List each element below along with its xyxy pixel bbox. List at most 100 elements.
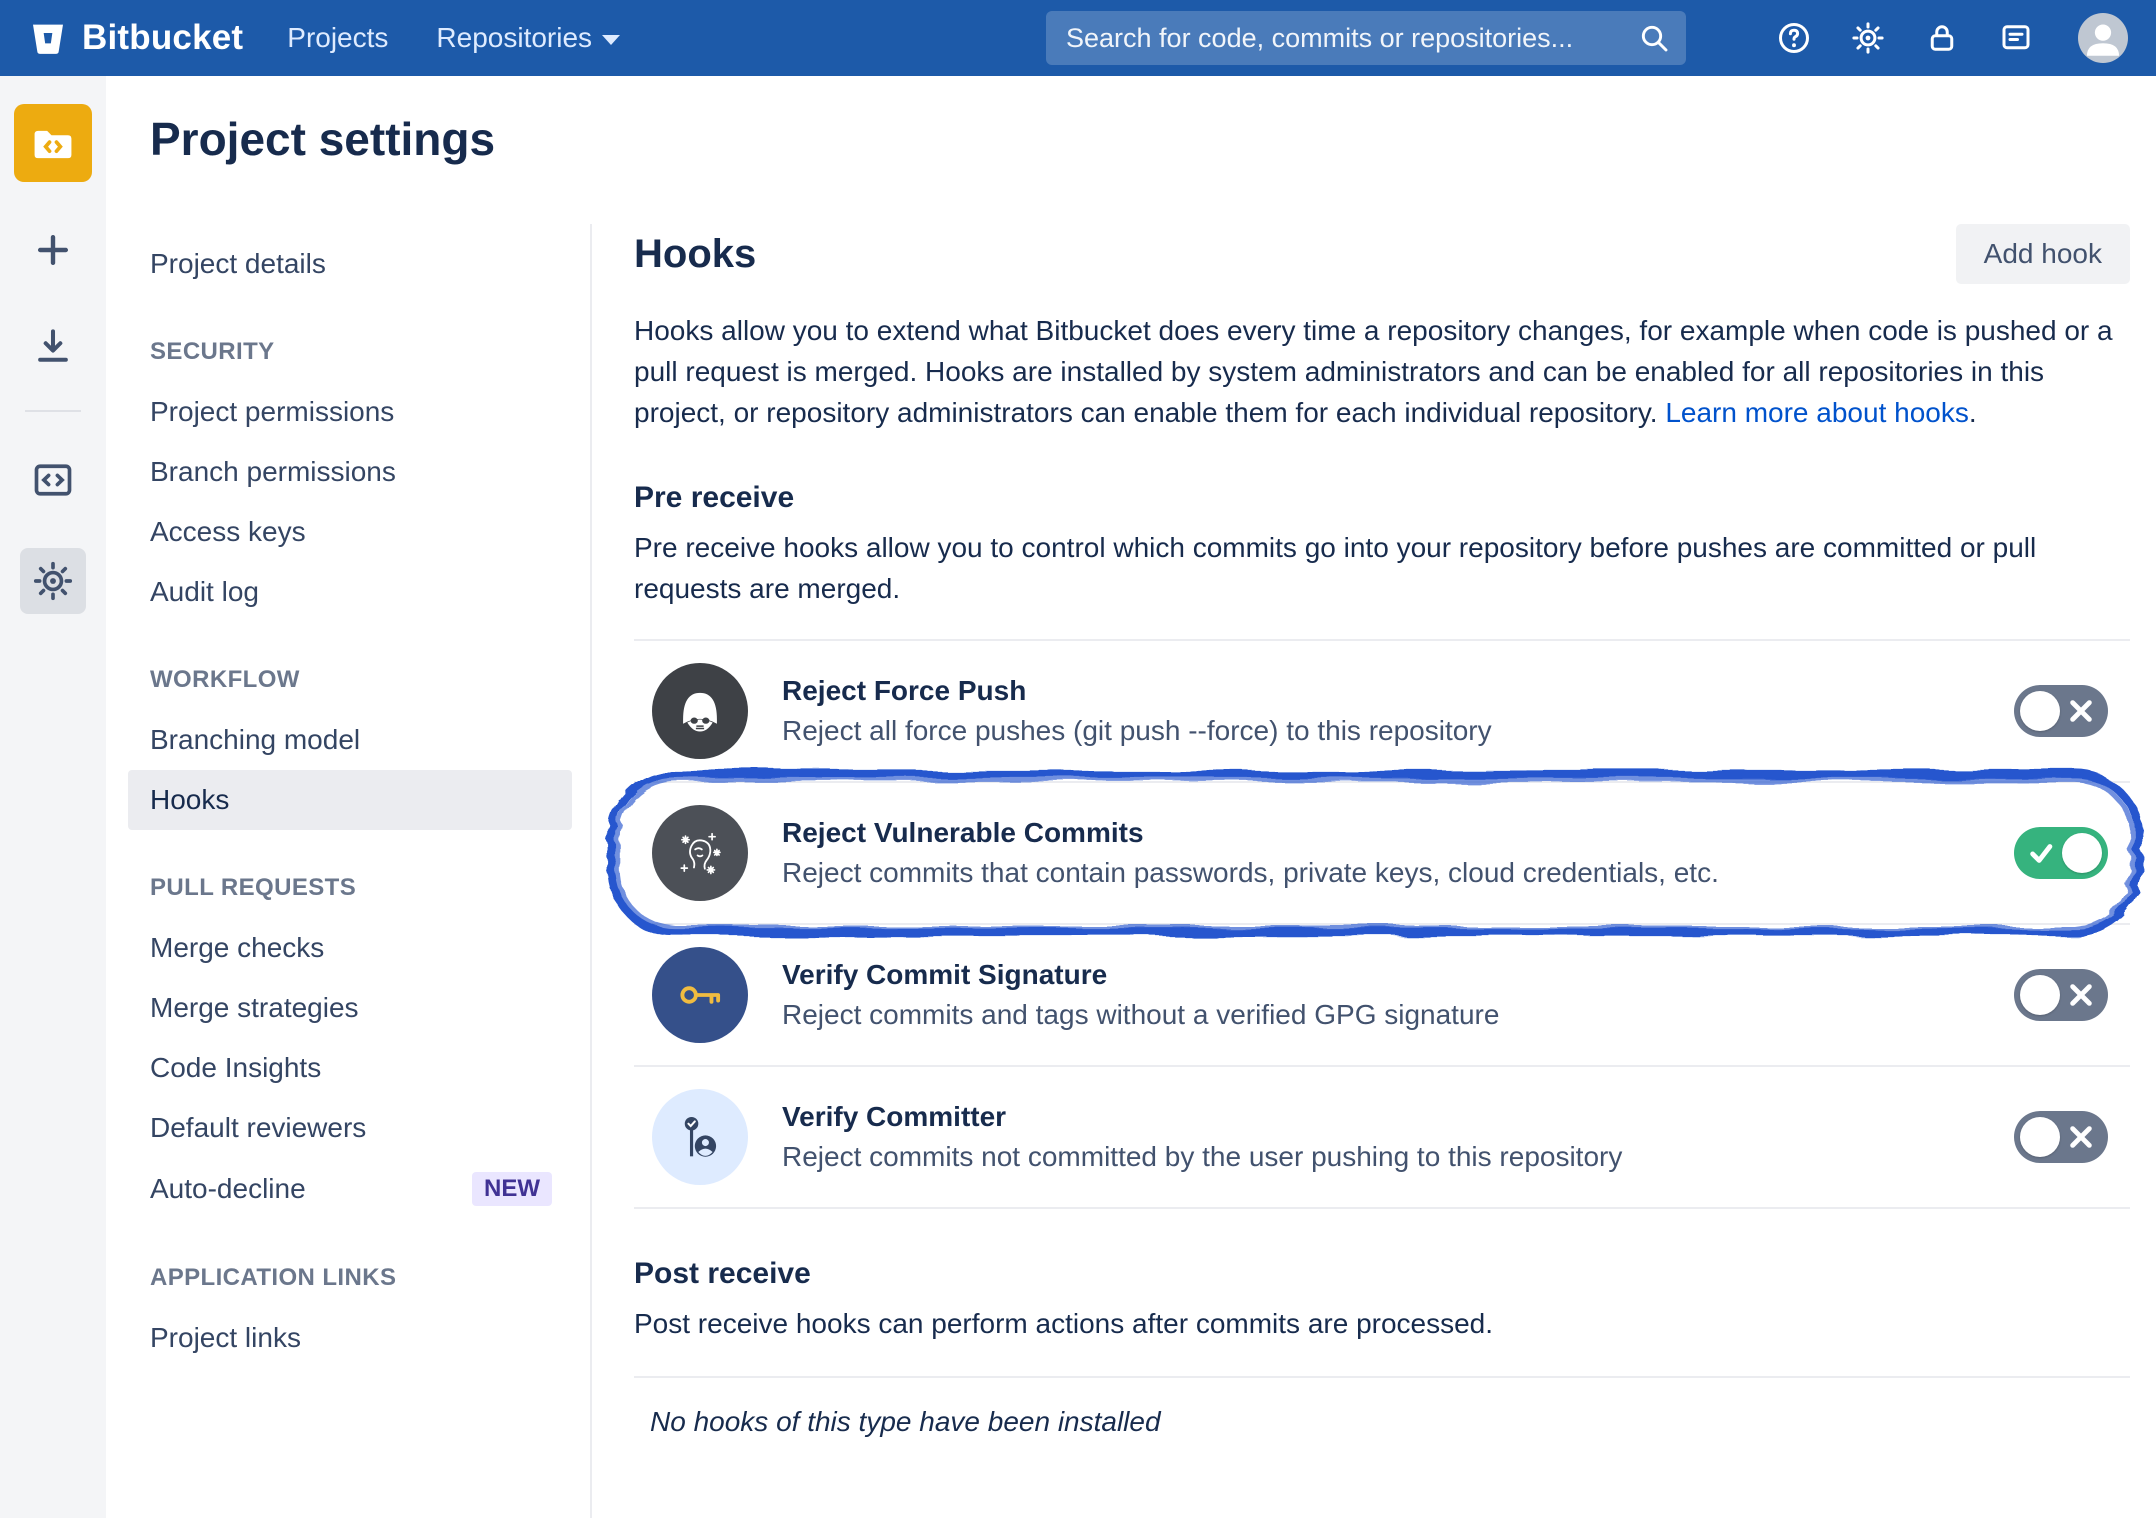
hook-name: Verify Committer	[782, 1101, 1980, 1133]
sidebar-item-project-permissions[interactable]: Project permissions	[128, 382, 572, 442]
settings-gear-icon	[31, 559, 75, 603]
post-receive-divider	[634, 1376, 2130, 1378]
nav-heading-security: SECURITY	[150, 338, 572, 366]
hook-toggle-reject-force-push[interactable]	[2014, 685, 2108, 737]
key-icon	[652, 947, 748, 1043]
hook-row-verify-committer: Verify Committer Reject commits not comm…	[634, 1067, 2130, 1209]
main-content: Project settings Project details SECURIT…	[106, 76, 2156, 1518]
toggle-x-icon	[2068, 1124, 2094, 1150]
hooks-intro-suffix: .	[1969, 397, 1977, 428]
hooks-panel: Hooks Add hook Hooks allow you to extend…	[592, 224, 2156, 1518]
sidebar-item-branching-model[interactable]: Branching model	[128, 710, 572, 770]
post-receive-empty-message: No hooks of this type have been installe…	[650, 1406, 2130, 1438]
top-navbar: Bitbucket Projects Repositories	[0, 0, 2156, 76]
search-icon[interactable]	[1638, 22, 1670, 54]
hook-description: Reject commits not committed by the user…	[782, 1141, 1980, 1173]
nav-heading-pull-requests: PULL REQUESTS	[150, 874, 572, 902]
gear-icon[interactable]	[1850, 20, 1886, 56]
hooks-header: Hooks Add hook	[634, 224, 2130, 284]
sidebar-item-merge-checks[interactable]: Merge checks	[128, 918, 572, 978]
hook-row-reject-vulnerable-commits: Reject Vulnerable Commits Reject commits…	[634, 783, 2130, 925]
hook-name: Verify Commit Signature	[782, 959, 1980, 991]
feedback-icon[interactable]	[1998, 20, 2034, 56]
hook-text: Verify Committer Reject commits not comm…	[782, 1101, 1980, 1173]
nav-repositories-label: Repositories	[436, 22, 592, 54]
toggle-knob	[2020, 1117, 2060, 1157]
sidebar-item-access-keys[interactable]: Access keys	[128, 502, 572, 562]
hook-name: Reject Force Push	[782, 675, 1980, 707]
app-shell: Project settings Project details SECURIT…	[0, 76, 2156, 1518]
hook-row-reject-force-push: Reject Force Push Reject all force pushe…	[634, 641, 2130, 783]
hook-description: Reject commits that contain passwords, p…	[782, 857, 1980, 889]
help-icon[interactable]	[1776, 20, 1812, 56]
page-title: Project settings	[150, 112, 2156, 166]
auto-decline-label: Auto-decline	[150, 1173, 306, 1205]
hooks-intro: Hooks allow you to extend what Bitbucket…	[634, 310, 2130, 433]
user-avatar[interactable]	[2078, 13, 2128, 63]
sidebar-item-auto-decline[interactable]: Auto-decline NEW	[128, 1158, 572, 1220]
sidebar-item-audit-log[interactable]: Audit log	[128, 562, 572, 622]
sidebar-item-hooks[interactable]: Hooks	[128, 770, 572, 830]
global-search	[1046, 11, 1686, 65]
toggle-knob	[2062, 833, 2102, 873]
hook-toggle-verify-committer[interactable]	[2014, 1111, 2108, 1163]
navbar-icon-group	[1776, 13, 2128, 63]
sidebar-item-branch-permissions[interactable]: Branch permissions	[128, 442, 572, 502]
pre-receive-hook-list: Reject Force Push Reject all force pushe…	[634, 639, 2130, 1209]
sidebar-item-default-reviewers[interactable]: Default reviewers	[128, 1098, 572, 1158]
rail-divider	[25, 410, 81, 412]
hook-text: Verify Commit Signature Reject commits a…	[782, 959, 1980, 1031]
bitbucket-logo[interactable]: Bitbucket	[28, 18, 243, 58]
settings-nav: Project details SECURITY Project permiss…	[150, 224, 592, 1518]
add-hook-button[interactable]: Add hook	[1956, 224, 2130, 284]
settings-rail-button[interactable]	[20, 548, 86, 614]
new-badge: NEW	[472, 1172, 552, 1206]
toggle-x-icon	[2068, 982, 2094, 1008]
vader-icon	[652, 663, 748, 759]
hook-description: Reject all force pushes (git push --forc…	[782, 715, 1980, 747]
source-code-button[interactable]	[25, 452, 81, 508]
create-button[interactable]	[25, 222, 81, 278]
bitbucket-bucket-icon	[28, 18, 68, 58]
chevron-down-icon	[602, 35, 620, 45]
sidebar-item-merge-strategies[interactable]: Merge strategies	[128, 978, 572, 1038]
nav-projects[interactable]: Projects	[287, 22, 388, 54]
hook-toggle-verify-commit-signature[interactable]	[2014, 969, 2108, 1021]
pre-receive-heading: Pre receive	[634, 481, 2130, 515]
lock-icon[interactable]	[1924, 20, 1960, 56]
toggle-check-icon	[2028, 840, 2054, 866]
download-icon	[31, 324, 75, 368]
folder-code-icon	[27, 117, 79, 169]
hook-toggle-reject-vulnerable-commits[interactable]	[2014, 827, 2108, 879]
sidebar-item-code-insights[interactable]: Code Insights	[128, 1038, 572, 1098]
primary-nav: Projects Repositories	[287, 22, 620, 54]
toggle-knob	[2020, 691, 2060, 731]
sidebar-item-project-links[interactable]: Project links	[128, 1308, 572, 1368]
face-stars-icon	[652, 805, 748, 901]
hook-text: Reject Force Push Reject all force pushe…	[782, 675, 1980, 747]
commit-user-icon	[652, 1089, 748, 1185]
sidebar-item-project-details[interactable]: Project details	[128, 234, 572, 294]
clone-download-button[interactable]	[25, 318, 81, 374]
post-receive-description: Post receive hooks can perform actions a…	[634, 1303, 2130, 1344]
toggle-knob	[2020, 975, 2060, 1015]
project-avatar[interactable]	[14, 104, 92, 182]
toggle-x-icon	[2068, 698, 2094, 724]
post-receive-heading: Post receive	[634, 1257, 2130, 1291]
hook-description: Reject commits and tags without a verifi…	[782, 999, 1980, 1031]
plus-icon	[31, 228, 75, 272]
learn-more-link[interactable]: Learn more about hooks	[1665, 397, 1969, 428]
nav-heading-application-links: APPLICATION LINKS	[150, 1264, 572, 1292]
left-icon-rail	[0, 76, 106, 1518]
nav-heading-workflow: WORKFLOW	[150, 666, 572, 694]
nav-repositories[interactable]: Repositories	[436, 22, 620, 54]
code-icon	[31, 458, 75, 502]
hooks-heading: Hooks	[634, 232, 756, 277]
hook-row-verify-commit-signature: Verify Commit Signature Reject commits a…	[634, 925, 2130, 1067]
search-input[interactable]	[1046, 11, 1686, 65]
pre-receive-description: Pre receive hooks allow you to control w…	[634, 527, 2130, 609]
brand-name: Bitbucket	[82, 18, 243, 58]
hook-name: Reject Vulnerable Commits	[782, 817, 1980, 849]
hook-text: Reject Vulnerable Commits Reject commits…	[782, 817, 1980, 889]
settings-columns: Project details SECURITY Project permiss…	[150, 224, 2156, 1518]
